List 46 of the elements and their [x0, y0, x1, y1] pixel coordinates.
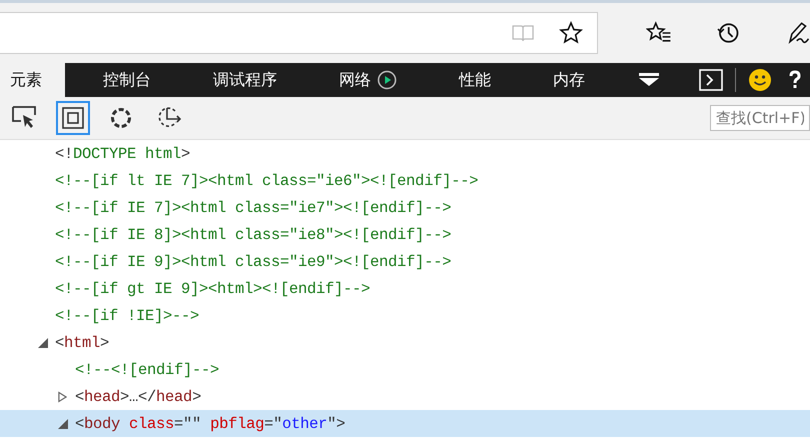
dom-node-text: <!--<![endif]-->: [75, 360, 220, 378]
select-element-icon: [12, 106, 38, 130]
dom-node-text: <!--[if IE 7]><html class="ie7"><![endif]-->: [55, 198, 452, 216]
play-icon: [377, 70, 397, 90]
dropdown-icon[interactable]: [639, 73, 659, 87]
dom-tree-row[interactable]: <!--[if IE 7]><html class="ie7"><![endif]-->: [0, 194, 810, 221]
star-icon[interactable]: [558, 21, 583, 45]
dom-tree-row[interactable]: <head>…</head>: [0, 383, 810, 410]
dashed-timer-icon: [156, 106, 182, 130]
console-icon[interactable]: [699, 69, 723, 91]
dom-node-text: <!--[if IE 9]><html class="ie9"><![endif]-->: [55, 252, 452, 270]
search-field[interactable]: 查找(Ctrl+F): [710, 105, 810, 131]
help-icon[interactable]: [788, 70, 802, 90]
devtools-tab[interactable]: 内存: [527, 63, 611, 97]
expanded-triangle-icon[interactable]: [58, 418, 68, 428]
dom-node-text: <html>: [55, 334, 110, 352]
history-icon[interactable]: [717, 21, 741, 45]
dom-tree-row[interactable]: <!--[if IE 9]><html class="ie9"><![endif]-->: [0, 248, 810, 275]
expanded-triangle-icon[interactable]: [38, 338, 48, 348]
devtools-tab[interactable]: 网络: [313, 63, 423, 97]
dom-tree-row[interactable]: <!--[if IE 8]><html class="ie8"><![endif]-->: [0, 221, 810, 248]
dom-tree-row[interactable]: <body class="" pbflag="other">: [0, 410, 810, 437]
dom-tree-row[interactable]: <!--[if !IE]>-->: [0, 302, 810, 329]
dom-node-text: <!--[if IE 8]><html class="ie8"><![endif]-->: [55, 226, 452, 244]
dom-tree-row[interactable]: <!--[if gt IE 9]><html><![endif]-->: [0, 275, 810, 302]
pen-icon[interactable]: [786, 21, 810, 45]
dom-node-text: <!--[if gt IE 9]><html><![endif]-->: [55, 280, 370, 298]
dom-node-text: <body class="" pbflag="other">: [75, 414, 346, 432]
devtools-tab[interactable]: 元素: [0, 63, 65, 97]
dom-tree-row[interactable]: <!--<![endif]-->: [0, 356, 810, 383]
dom-tree-row[interactable]: <!--[if lt IE 7]><html class="ie6"><![endif]-->: [0, 167, 810, 194]
collapsed-triangle-icon[interactable]: [58, 390, 67, 402]
dom-node-text: <!DOCTYPE html>: [55, 144, 190, 162]
address-field[interactable]: [0, 12, 598, 54]
smiley-icon[interactable]: [748, 68, 772, 92]
dashed-circle-icon: [110, 107, 132, 129]
dom-tree-row[interactable]: <html>: [0, 329, 810, 356]
dom-tree-row[interactable]: <!DOCTYPE html>: [0, 140, 810, 167]
devtools-tab[interactable]: 性能: [433, 63, 517, 97]
dom-node-text: <!--[if lt IE 7]><html class="ie6"><![endif]-->: [55, 172, 478, 190]
tool-button[interactable]: [56, 101, 90, 135]
devtools-tab[interactable]: 控制台: [77, 63, 177, 97]
devtools-tab[interactable]: 调试程序: [187, 63, 303, 97]
dom-node-text: <head>…</head>: [75, 388, 202, 406]
dom-node-text: <!--[if !IE]>-->: [55, 306, 200, 324]
box-model-icon: [62, 107, 84, 129]
